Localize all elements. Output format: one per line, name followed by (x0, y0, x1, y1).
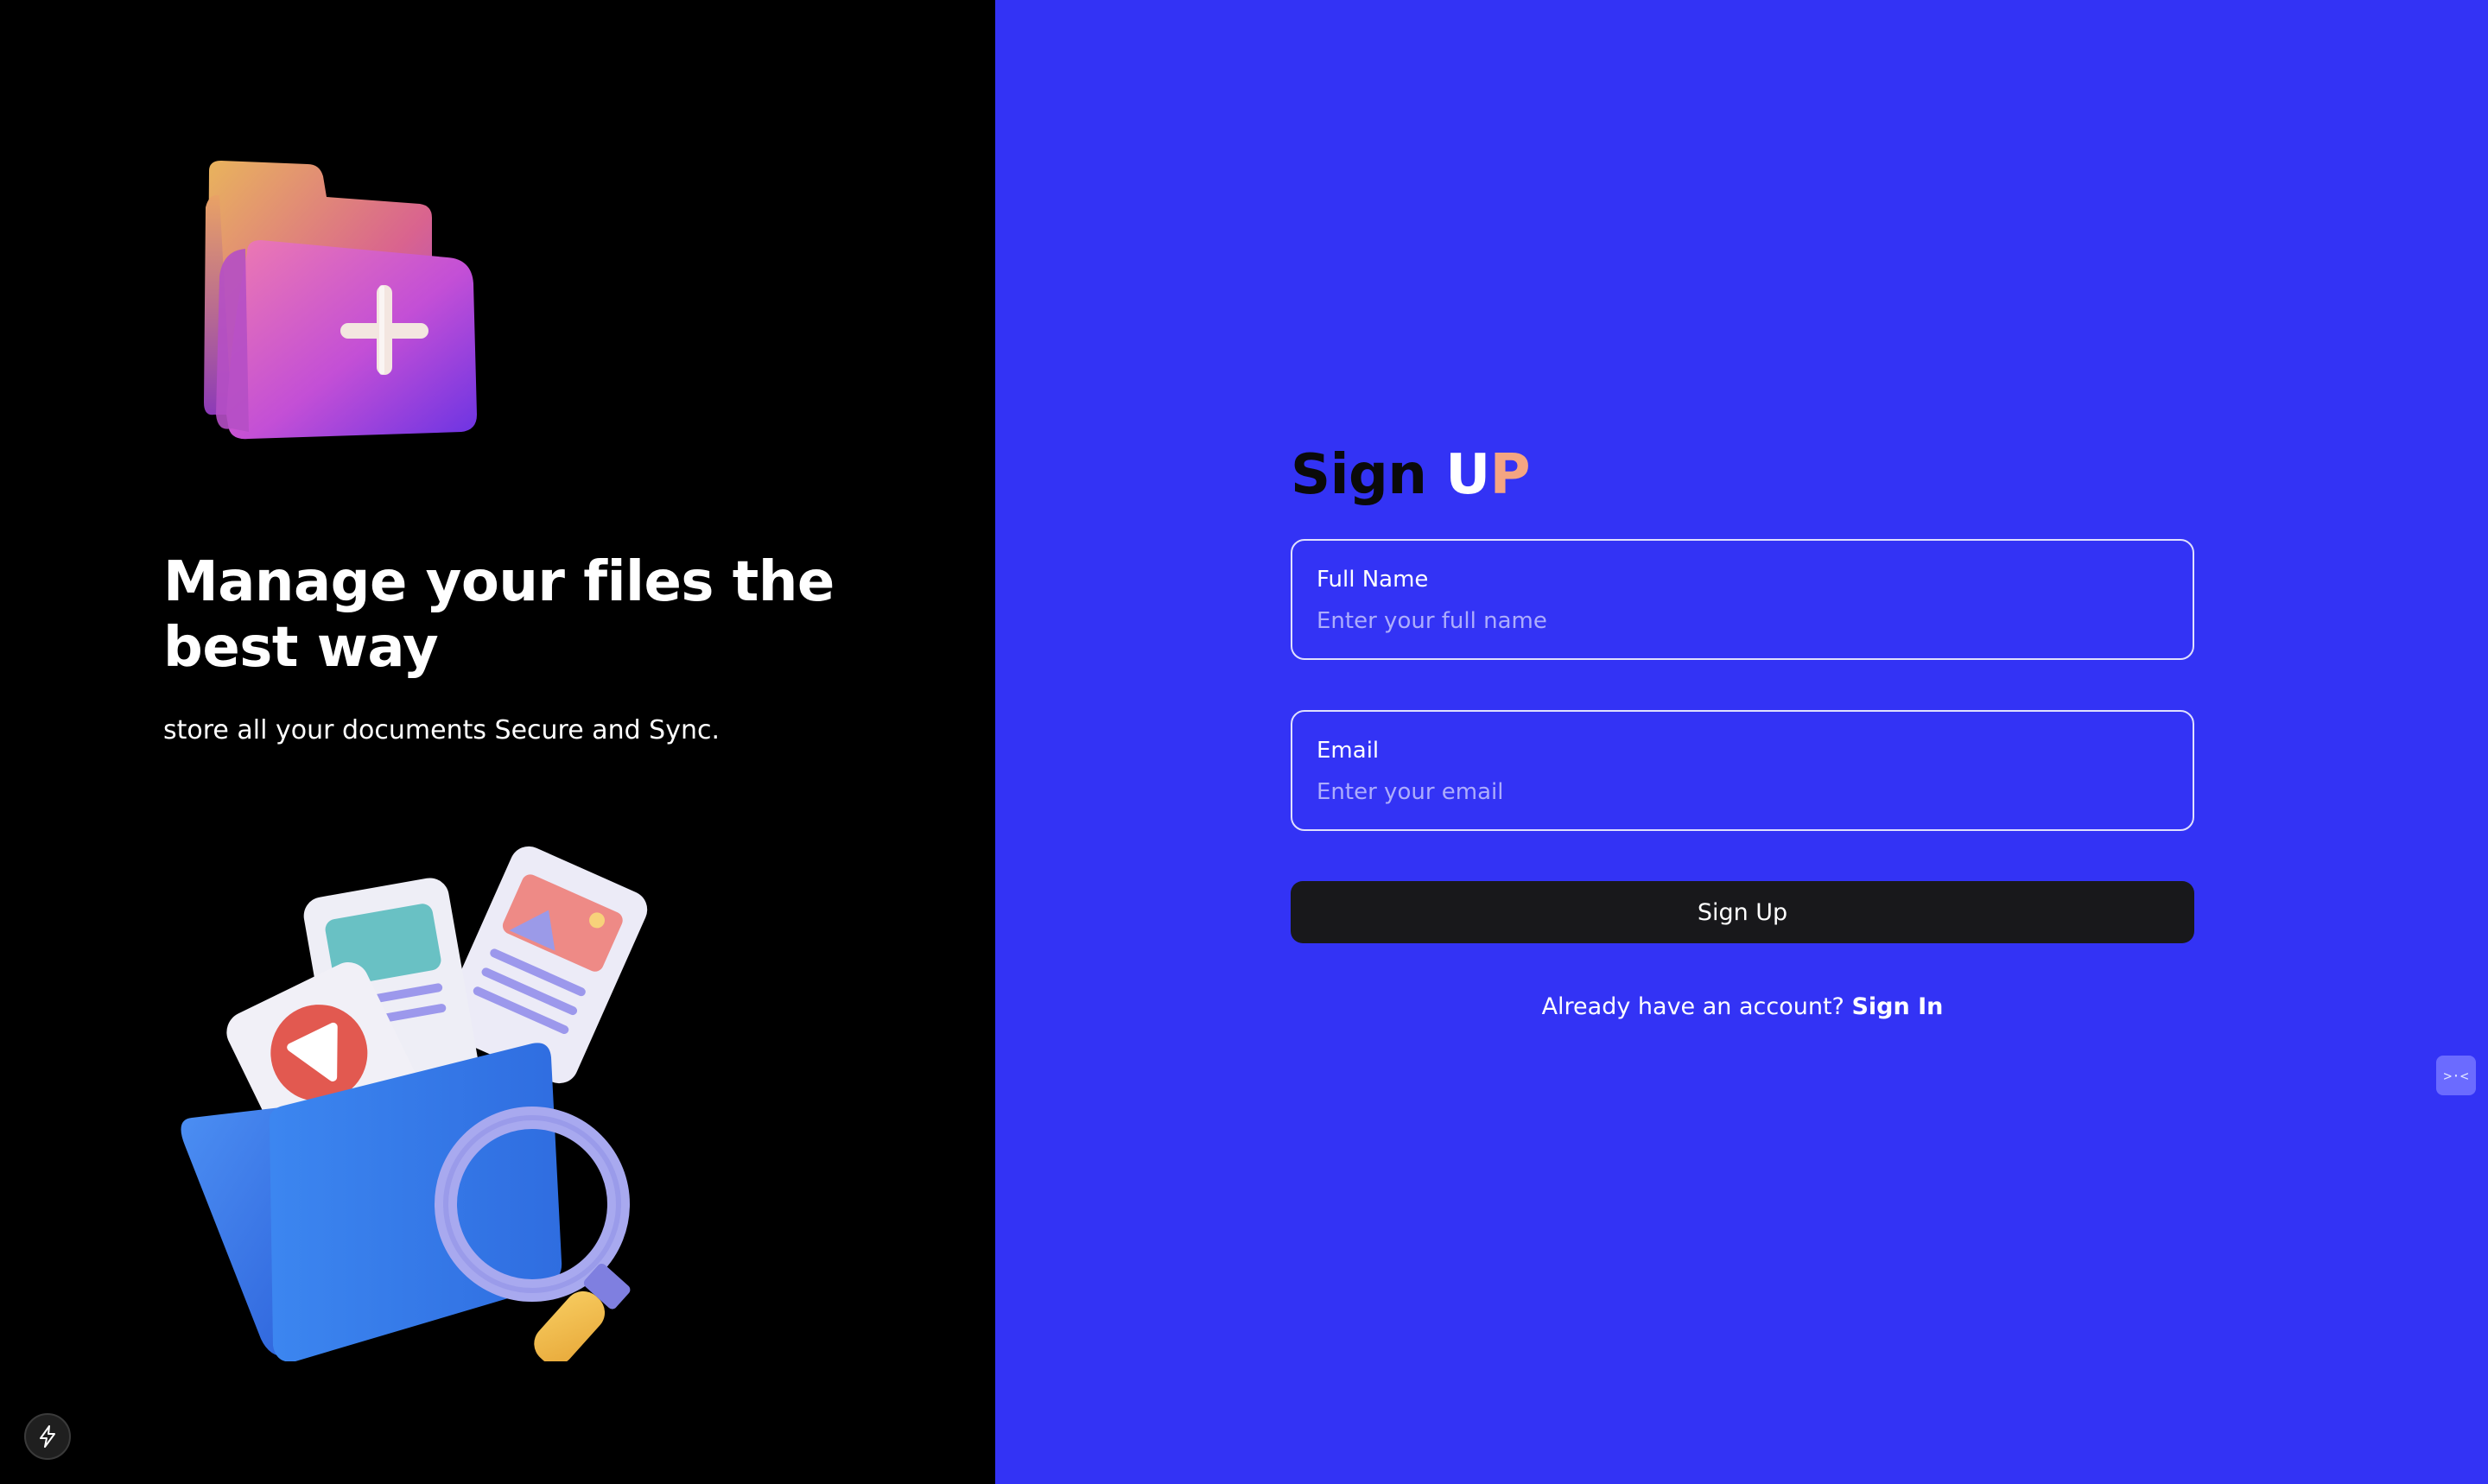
left-panel: Manage your files the best way store all… (0, 0, 995, 1484)
form-title-part: P (1489, 443, 1531, 507)
form-title-part: U (1445, 443, 1490, 507)
page: Manage your files the best way store all… (0, 0, 2488, 1484)
signin-prompt-row: Already have an account? Sign In (1291, 992, 2194, 1023)
tagline: store all your documents Secure and Sync… (163, 715, 720, 745)
email-field[interactable]: Email (1291, 710, 2194, 831)
email-input[interactable] (1317, 777, 2168, 807)
signup-form: Sign UP Full Name Email Sign Up Already … (1291, 441, 2194, 1023)
full-name-field[interactable]: Full Name (1291, 539, 2194, 660)
lightning-icon (40, 1425, 55, 1448)
form-fields: Full Name Email (1291, 539, 2194, 831)
folder-plus-icon (204, 161, 477, 440)
dev-tools-badge[interactable] (24, 1413, 71, 1460)
form-title: Sign UP (1291, 441, 2194, 510)
right-panel: Sign UP Full Name Email Sign Up Already … (995, 0, 2488, 1484)
email-label: Email (1317, 738, 1380, 764)
signin-prompt: Already have an account? (1541, 993, 1844, 1020)
side-widget-button[interactable]: >·< (2436, 1056, 2476, 1095)
form-title-part: Sign (1291, 443, 1446, 507)
sign-in-link[interactable]: Sign In (1851, 993, 1943, 1020)
full-name-label: Full Name (1317, 567, 1429, 593)
documents-folder-search-icon (181, 846, 648, 1361)
collapse-arrows-icon: >·< (2443, 1067, 2469, 1084)
page-headline: Manage your files the best way (163, 550, 835, 680)
full-name-input[interactable] (1317, 606, 2168, 636)
sign-up-button[interactable]: Sign Up (1291, 881, 2194, 943)
